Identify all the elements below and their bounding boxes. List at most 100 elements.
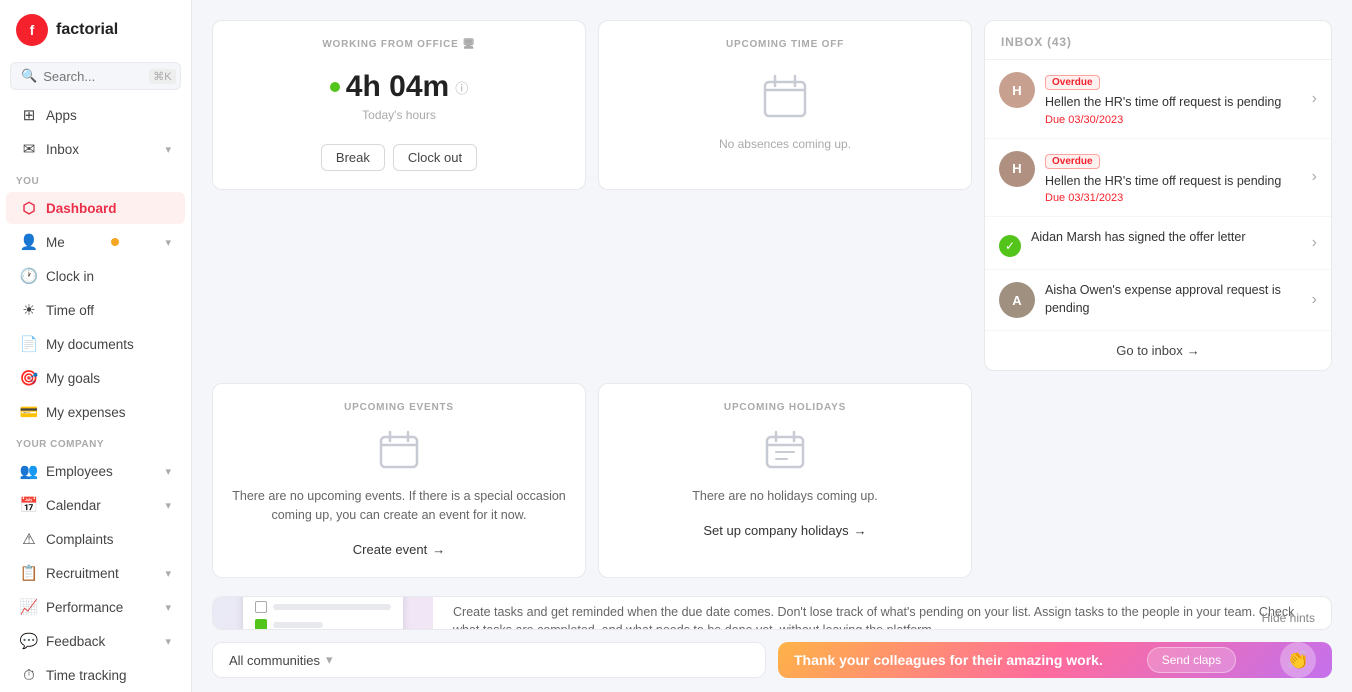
complaints-icon: ⚠: [20, 530, 38, 548]
setup-holidays-link[interactable]: Set up company holidays →: [703, 523, 866, 538]
create-event-link[interactable]: Create event →: [353, 542, 445, 557]
community-logo-icon: 👏: [1280, 642, 1316, 678]
sidebar-item-complaints[interactable]: ⚠ Complaints: [6, 523, 185, 555]
sidebar-item-label: Inbox: [46, 142, 79, 157]
you-section-label: YOU: [0, 166, 191, 191]
clock-out-button[interactable]: Clock out: [393, 144, 477, 171]
tasks-illustration: [213, 596, 433, 631]
mock-checkbox: [255, 601, 267, 613]
chevron-down-icon: ▾: [165, 236, 171, 249]
sidebar-item-time-off[interactable]: ☀ Time off: [6, 294, 185, 326]
no-absence-text: No absences coming up.: [617, 137, 953, 151]
arrow-right-icon: →: [432, 542, 445, 557]
inbox-text: Aisha Owen's expense approval request is…: [1045, 282, 1302, 317]
logo-text: factorial: [56, 21, 118, 39]
inbox-item[interactable]: H Overdue Hellen the HR's time off reque…: [985, 139, 1331, 218]
inbox-content: Aisha Owen's expense approval request is…: [1045, 282, 1302, 317]
thank-colleagues-banner: Thank your colleagues for their amazing …: [778, 642, 1332, 678]
logo-icon: f: [16, 14, 48, 46]
sidebar-item-calendar[interactable]: 📅 Calendar ▾: [6, 489, 185, 521]
search-icon: 🔍: [21, 68, 37, 84]
chevron-down-icon: ▾: [165, 601, 171, 614]
go-to-inbox-link[interactable]: Go to inbox →: [985, 331, 1331, 370]
sidebar-item-my-documents[interactable]: 📄 My documents: [6, 328, 185, 360]
expenses-icon: 💳: [20, 403, 38, 421]
upcoming-holidays-card: UPCOMING HOLIDAYS There are no holidays …: [598, 383, 972, 578]
inbox-due-date: Due 03/30/2023: [1045, 114, 1302, 126]
holidays-empty-text: There are no holidays coming up.: [617, 487, 953, 506]
active-dot: [330, 82, 340, 92]
sidebar-item-employees[interactable]: 👥 Employees ▾: [6, 455, 185, 487]
sidebar-item-time-tracking[interactable]: ⏱ Time tracking: [6, 659, 185, 691]
chevron-down-icon: ▾: [165, 143, 171, 156]
sidebar-item-feedback[interactable]: 💬 Feedback ▾: [6, 625, 185, 657]
calendar-icon: 📅: [20, 496, 38, 514]
all-communities-label: All communities: [229, 653, 320, 668]
arrow-right-icon: ›: [1312, 90, 1317, 108]
create-event-label: Create event: [353, 542, 427, 557]
sidebar-item-my-goals[interactable]: 🎯 My goals: [6, 362, 185, 394]
sidebar-item-me[interactable]: 👤 Me ▾: [6, 226, 185, 258]
sidebar-item-label: Complaints: [46, 532, 114, 547]
avatar: A: [999, 282, 1035, 318]
sidebar-item-dashboard[interactable]: ⬡ Dashboard: [6, 192, 185, 224]
mock-checkbox-checked: [255, 619, 267, 630]
clock-in-icon: 🕐: [20, 267, 38, 285]
sidebar-item-label: Apps: [46, 108, 77, 123]
break-button[interactable]: Break: [321, 144, 385, 171]
search-input[interactable]: [43, 69, 143, 84]
sidebar-item-label: Performance: [46, 600, 123, 615]
documents-icon: 📄: [20, 335, 38, 353]
holidays-card-title: UPCOMING HOLIDAYS: [617, 402, 953, 413]
time-off-icon: ☀: [20, 301, 38, 319]
setup-holidays-label: Set up company holidays: [703, 523, 848, 538]
sidebar-item-my-expenses[interactable]: 💳 My expenses: [6, 396, 185, 428]
chevron-down-icon: ▾: [165, 635, 171, 648]
sidebar-item-label: My documents: [46, 337, 134, 352]
events-empty-text: There are no upcoming events. If there i…: [231, 487, 567, 525]
inbox-text: Hellen the HR's time off request is pend…: [1045, 94, 1302, 112]
inbox-badge-overdue: Overdue: [1045, 75, 1100, 90]
office-card-title: WORKING FROM OFFICE 🖥: [231, 39, 567, 50]
arrow-right-icon: ›: [1312, 168, 1317, 186]
sidebar-item-recruitment[interactable]: 📋 Recruitment ▾: [6, 557, 185, 589]
holidays-icon: [617, 427, 953, 479]
inbox-header: INBOX (43): [985, 21, 1331, 60]
time-tracking-icon: ⏱: [20, 666, 38, 684]
all-communities-selector[interactable]: All communities ▾: [212, 642, 766, 678]
events-card-title: UPCOMING EVENTS: [231, 402, 567, 413]
inbox-text: Hellen the HR's time off request is pend…: [1045, 173, 1302, 191]
upcoming-time-off-card: UPCOMING TIME OFF No absences coming up.: [598, 20, 972, 190]
sidebar-item-clock-in[interactable]: 🕐 Clock in: [6, 260, 185, 292]
sidebar-item-apps[interactable]: ⊞ Apps: [6, 99, 185, 131]
sidebar-item-inbox[interactable]: ✉ Inbox ▾: [6, 133, 185, 165]
working-from-office-card: WORKING FROM OFFICE 🖥 4h 04m ⓘ Today's h…: [212, 20, 586, 190]
chevron-down-icon: ▾: [165, 499, 171, 512]
info-icon[interactable]: ⓘ: [455, 78, 468, 97]
mock-line: [273, 622, 323, 628]
hide-hints-link[interactable]: Hide hints: [1262, 611, 1315, 625]
tasks-banner: Tasks Manager Manage tasks and keep your…: [212, 596, 1332, 631]
badge-dot: [111, 238, 119, 246]
send-claps-button[interactable]: Send claps: [1147, 647, 1236, 673]
sidebar-item-label: Clock in: [46, 269, 94, 284]
avatar: H: [999, 72, 1035, 108]
search-bar[interactable]: 🔍 ⌘K: [10, 62, 181, 90]
tasks-desc: Create tasks and get reminded when the d…: [453, 603, 1311, 631]
inbox-item[interactable]: H Overdue Hellen the HR's time off reque…: [985, 60, 1331, 139]
sidebar-item-label: Time tracking: [46, 668, 127, 683]
performance-icon: 📈: [20, 598, 38, 616]
upcoming-events-card: UPCOMING EVENTS There are no upcoming ev…: [212, 383, 586, 578]
arrow-right-icon: ›: [1312, 234, 1317, 252]
sidebar-item-performance[interactable]: 📈 Performance ▾: [6, 591, 185, 623]
go-to-inbox-label: Go to inbox: [1116, 343, 1183, 358]
inbox-content: Overdue Hellen the HR's time off request…: [1045, 151, 1302, 205]
chevron-down-icon: ▾: [326, 652, 333, 668]
absence-icon: [617, 68, 953, 129]
main-content: WORKING FROM OFFICE 🖥 4h 04m ⓘ Today's h…: [192, 0, 1352, 692]
feedback-icon: 💬: [20, 632, 38, 650]
inbox-item[interactable]: ✓ Aidan Marsh has signed the offer lette…: [985, 217, 1331, 270]
events-icon: [231, 427, 567, 479]
inbox-badge-overdue: Overdue: [1045, 154, 1100, 169]
inbox-item[interactable]: A Aisha Owen's expense approval request …: [985, 270, 1331, 331]
